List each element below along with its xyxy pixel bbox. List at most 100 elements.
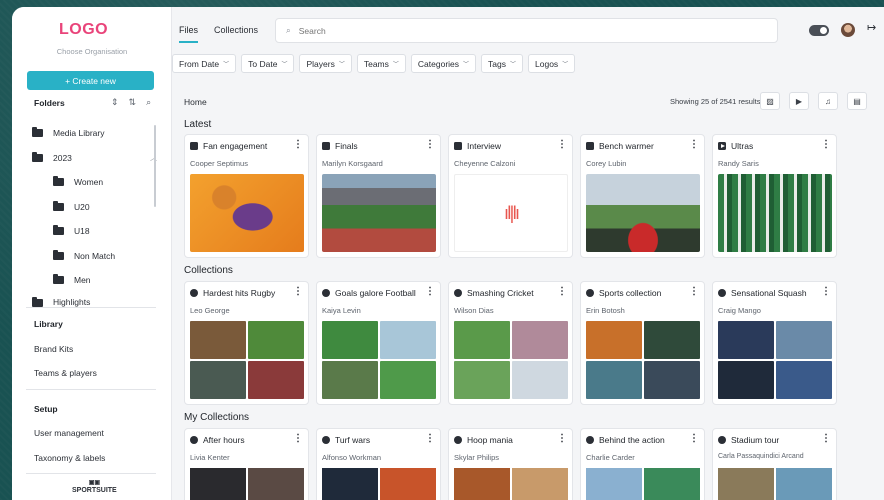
folder-scrollbar[interactable] [154,125,156,207]
audio-filter-icon[interactable]: ♫ [818,92,838,110]
logout-icon[interactable]: ↦ [867,21,876,34]
more-options-icon[interactable]: ⋮ [425,286,435,297]
theme-toggle[interactable] [809,25,829,36]
collection-thumbnails [718,468,832,500]
library-heading[interactable]: Library [34,319,63,329]
collection-card[interactable]: Smashing Cricket ⋮ Wilson Dias [448,281,573,405]
nav-user-management[interactable]: User management [34,428,104,438]
collection-card[interactable]: After hours ⋮ Livia Kenter [184,428,309,500]
more-options-icon[interactable]: ⋮ [557,433,567,444]
folder-2023[interactable]: 2023︿ [32,146,157,171]
card-author: Leo George [190,306,230,315]
card-author: Cheyenne Calzoni [454,159,516,168]
file-card[interactable]: Finals ⋮ Marilyn Korsgaard [316,134,441,258]
file-card[interactable]: Bench warmer ⋮ Corey Lubin [580,134,705,258]
collection-icon [454,436,462,444]
folder-women[interactable]: Women [32,170,157,195]
filter-players[interactable]: Players ﹀ [299,54,352,73]
thumbnail-image[interactable] [190,174,304,252]
more-options-icon[interactable]: ⋮ [689,286,699,297]
filter-tags[interactable]: Tags ﹀ [481,54,524,73]
card-author: Wilson Dias [454,306,494,315]
more-options-icon[interactable]: ⋮ [293,433,303,444]
file-card[interactable]: Ultras ⋮ Randy Saris [712,134,837,258]
chevron-down-icon: ﹀ [223,62,230,68]
more-options-icon[interactable]: ⋮ [293,286,303,297]
collection-card[interactable]: Sensational Squash ⋮ Craig Mango [712,281,837,405]
setup-heading[interactable]: Setup [34,404,58,414]
file-card[interactable]: Fan engagement ⋮ Cooper Septimus [184,134,309,258]
filter-label: Categories [417,58,460,69]
tab-collections[interactable]: Collections [214,25,258,43]
collection-thumbnails [586,321,700,399]
more-options-icon[interactable]: ⋮ [557,139,567,150]
thumbnail-image[interactable] [718,174,832,252]
search-icon[interactable]: ⌕ [146,97,151,108]
more-options-icon[interactable]: ⋮ [821,286,831,297]
card-author: Skylar Philips [454,453,500,462]
collection-card[interactable]: Hardest hits Rugby ⋮ Leo George [184,281,309,405]
folder-men[interactable]: Men [32,268,157,293]
avatar[interactable] [841,23,855,37]
choose-organisation[interactable]: Choose Organisation [12,47,172,56]
document-filter-icon[interactable]: ▤ [847,92,867,110]
folder-icon [53,274,64,285]
video-filter-icon[interactable]: ▶ [789,92,809,110]
filter-teams[interactable]: Teams ﹀ [356,54,406,73]
card-title: Ultras [731,141,754,151]
filter-categories[interactable]: Categories ﹀ [410,54,477,73]
more-options-icon[interactable]: ⋮ [293,139,303,150]
audio-waveform-icon[interactable]: ıǀ|ǀı [454,174,568,252]
more-options-icon[interactable]: ⋮ [425,433,435,444]
tab-files[interactable]: Files [179,25,199,43]
card-title: Smashing Cricket [467,288,534,298]
card-author: Craig Mango [718,306,761,315]
app-window: LOGO Choose Organisation + Create new Fo… [12,7,884,500]
more-options-icon[interactable]: ⋮ [689,433,699,444]
search-bar[interactable]: ⌕ [275,18,778,43]
thumbnail-image[interactable] [586,174,700,252]
breadcrumb[interactable]: Home [184,97,207,107]
filter-label: Players [306,58,335,69]
folder-u18[interactable]: U18 [32,219,157,244]
more-options-icon[interactable]: ⋮ [557,286,567,297]
collection-card[interactable]: Stadium tour ⋮ Carla Passaquindici Arcan… [712,428,837,500]
nav-brand-kits[interactable]: Brand Kits [34,344,73,354]
collection-icon [322,289,330,297]
folders-heading: Folders [34,98,65,108]
search-input[interactable] [298,25,739,36]
collection-card[interactable]: Sports collection ⋮ Erin Botosh [580,281,705,405]
folder-non-match[interactable]: Non Match [32,244,157,269]
logo[interactable]: LOGO [59,21,108,39]
more-options-icon[interactable]: ⋮ [821,433,831,444]
card-title: Hardest hits Rugby [203,288,276,298]
folder-highlights[interactable]: Highlights [32,293,157,307]
collapse-icon[interactable]: ⇕ [111,97,119,108]
collection-card[interactable]: Turf wars ⋮ Alfonso Workman [316,428,441,500]
more-options-icon[interactable]: ⋮ [689,139,699,150]
nav-taxonomy-labels[interactable]: Taxonomy & labels [34,453,105,463]
nav-teams-players[interactable]: Teams & players [34,368,97,378]
collection-card[interactable]: Goals galore Football ⋮ Kaiya Levin [316,281,441,405]
create-new-button[interactable]: + Create new [27,71,154,90]
thumbnail-image[interactable] [322,174,436,252]
image-filter-icon[interactable]: ▨ [760,92,780,110]
more-options-icon[interactable]: ⋮ [821,139,831,150]
image-icon [586,142,594,150]
filter-label: Teams [363,58,389,69]
sort-icon[interactable]: ⇅ [129,97,137,108]
collection-thumbnails [190,468,304,500]
collection-card[interactable]: Hoop mania ⋮ Skylar Philips [448,428,573,500]
chevron-down-icon: ﹀ [562,62,569,68]
image-icon [322,142,330,150]
folder-u20[interactable]: U20 [32,195,157,220]
filter-to-date[interactable]: To Date ﹀ [241,54,295,73]
more-options-icon[interactable]: ⋮ [425,139,435,150]
collection-card[interactable]: Behind the action ⋮ Charlie Carder [580,428,705,500]
collection-icon [190,436,198,444]
card-title: Sports collection [599,288,662,298]
folder-media-library[interactable]: Media Library [32,121,157,146]
filter-from-date[interactable]: From Date ﹀ [172,54,237,73]
filter-logos[interactable]: Logos ﹀ [528,54,576,73]
file-card[interactable]: Interview ⋮ Cheyenne Calzoni ıǀ|ǀı [448,134,573,258]
